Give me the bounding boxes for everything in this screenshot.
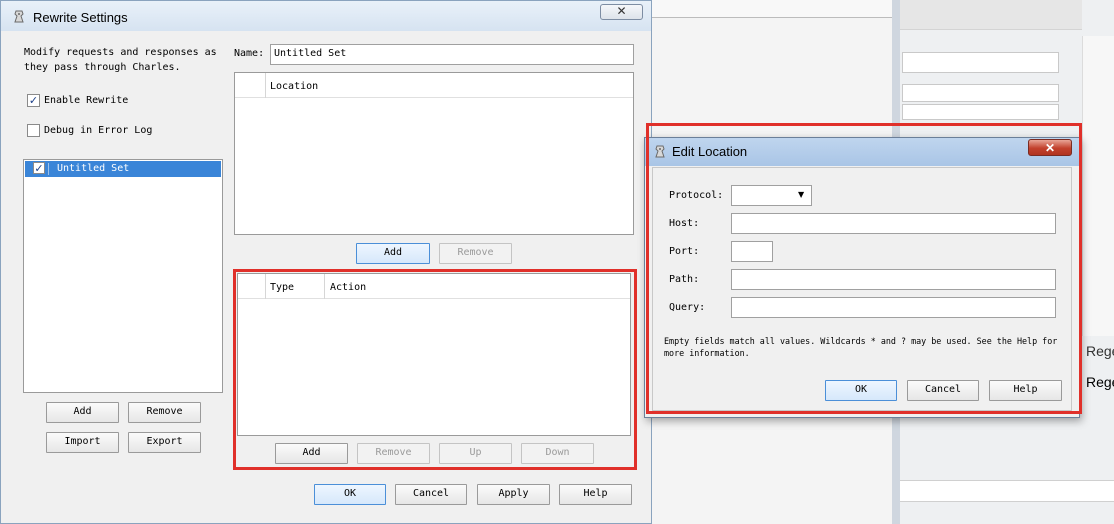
debug-log-checkbox[interactable] bbox=[27, 124, 40, 137]
help-button[interactable]: Help bbox=[559, 484, 632, 505]
rewrite-settings-dialog: Rewrite Settings ✕ Modify requests and r… bbox=[0, 0, 652, 524]
sets-list[interactable]: ✓ Untitled Set bbox=[23, 159, 223, 393]
add-location-button[interactable]: Add bbox=[356, 243, 430, 264]
remove-set-button[interactable]: Remove bbox=[128, 402, 201, 423]
list-item[interactable]: ✓ Untitled Set bbox=[25, 161, 221, 177]
enable-rewrite-label: Enable Rewrite bbox=[44, 95, 129, 106]
background-label: Regex bbox=[1086, 374, 1114, 390]
set-name-field[interactable]: Untitled Set bbox=[270, 44, 634, 65]
apply-button[interactable]: Apply bbox=[477, 484, 550, 505]
background-toolbar bbox=[652, 0, 892, 18]
background-panel bbox=[1082, 36, 1114, 336]
checkmark-icon: ✓ bbox=[28, 94, 39, 107]
location-table[interactable]: Location bbox=[234, 72, 634, 235]
highlight-annotation bbox=[646, 123, 1082, 414]
set-enabled-checkbox[interactable]: ✓ bbox=[33, 162, 45, 174]
background-label: Regex bbox=[1086, 343, 1114, 359]
add-set-button[interactable]: Add bbox=[46, 402, 119, 423]
title-bar: Rewrite Settings ✕ bbox=[1, 1, 651, 31]
checkmark-icon: ✓ bbox=[34, 162, 44, 175]
location-column-header[interactable]: Location bbox=[270, 81, 318, 92]
close-icon: ✕ bbox=[616, 4, 627, 18]
cell-divider bbox=[48, 163, 49, 175]
table-header: Location bbox=[235, 73, 633, 98]
remove-location-button[interactable]: Remove bbox=[439, 243, 512, 264]
debug-log-label: Debug in Error Log bbox=[44, 125, 153, 136]
column-divider bbox=[265, 73, 266, 98]
highlight-annotation bbox=[233, 269, 637, 470]
dialog-title: Rewrite Settings bbox=[33, 10, 128, 25]
ok-button[interactable]: OK bbox=[314, 484, 386, 505]
background-field bbox=[902, 52, 1059, 73]
cancel-button[interactable]: Cancel bbox=[395, 484, 467, 505]
import-button[interactable]: Import bbox=[46, 432, 119, 453]
name-label: Name: bbox=[234, 48, 265, 59]
set-name: Untitled Set bbox=[57, 163, 130, 174]
close-button[interactable]: ✕ bbox=[600, 4, 643, 20]
background-side-header bbox=[900, 0, 1082, 30]
background-field bbox=[900, 480, 1114, 502]
background-field bbox=[902, 104, 1059, 120]
charles-app-icon bbox=[13, 10, 25, 24]
export-button[interactable]: Export bbox=[128, 432, 201, 453]
enable-rewrite-checkbox[interactable]: ✓ bbox=[27, 94, 40, 107]
description-text: Modify requests and responses as they pa… bbox=[24, 47, 217, 73]
background-field bbox=[902, 84, 1059, 102]
